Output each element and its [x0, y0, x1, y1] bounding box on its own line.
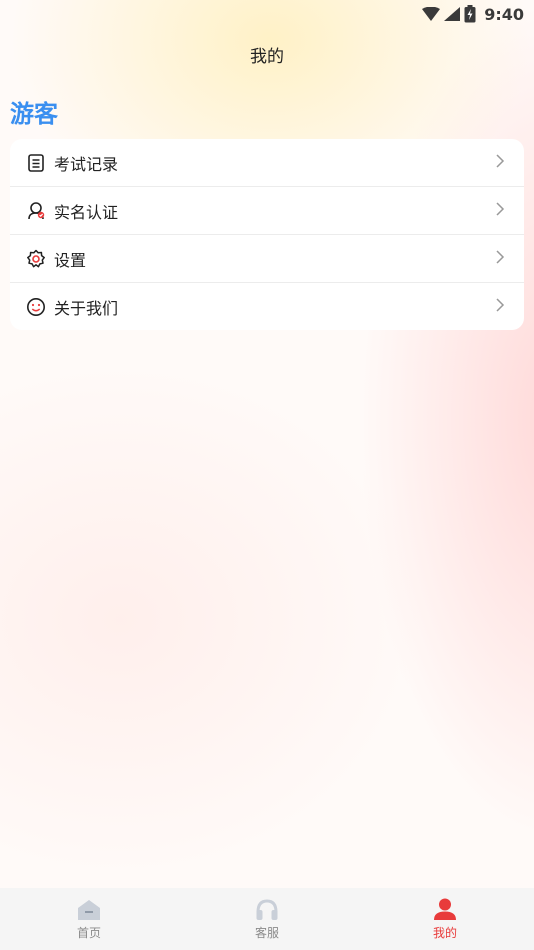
about-us-icon	[26, 297, 46, 317]
menu-card: 考试记录 实名认证 设置 关于我们	[10, 139, 524, 330]
menu-item-settings[interactable]: 设置	[10, 235, 524, 283]
tab-label: 我的	[432, 926, 457, 940]
headset-icon	[254, 897, 280, 921]
real-name-auth-icon	[26, 201, 46, 221]
page-title: 我的	[250, 47, 284, 67]
status-time: 9:40	[484, 4, 524, 24]
tab-label: 首页	[76, 926, 101, 940]
tab-home[interactable]: 首页	[0, 888, 178, 950]
status-bar: 9:40	[0, 0, 534, 28]
exam-record-icon	[26, 153, 46, 173]
chevron-right-icon	[494, 201, 506, 221]
menu-item-exam-record[interactable]: 考试记录	[10, 139, 524, 187]
wifi-icon	[422, 7, 441, 21]
menu-item-label: 考试记录	[54, 154, 119, 174]
tab-mine[interactable]: 我的	[356, 888, 534, 950]
menu-item-real-name-auth[interactable]: 实名认证	[10, 187, 524, 235]
menu-item-label: 关于我们	[54, 298, 119, 318]
tab-label: 客服	[254, 926, 279, 940]
chevron-right-icon	[494, 249, 506, 269]
settings-icon	[26, 249, 46, 269]
signal-icon	[444, 7, 461, 21]
menu-item-label: 实名认证	[54, 202, 119, 222]
chevron-right-icon	[494, 153, 506, 173]
battery-icon	[464, 5, 476, 23]
username: 游客	[10, 100, 58, 128]
menu-item-about-us[interactable]: 关于我们	[10, 283, 524, 330]
chevron-right-icon	[494, 297, 506, 317]
bottom-tab-bar: 首页 客服 我的	[0, 888, 534, 950]
home-icon	[76, 897, 102, 921]
tab-customer-service[interactable]: 客服	[178, 888, 356, 950]
menu-item-label: 设置	[54, 250, 87, 270]
user-icon	[432, 897, 458, 921]
